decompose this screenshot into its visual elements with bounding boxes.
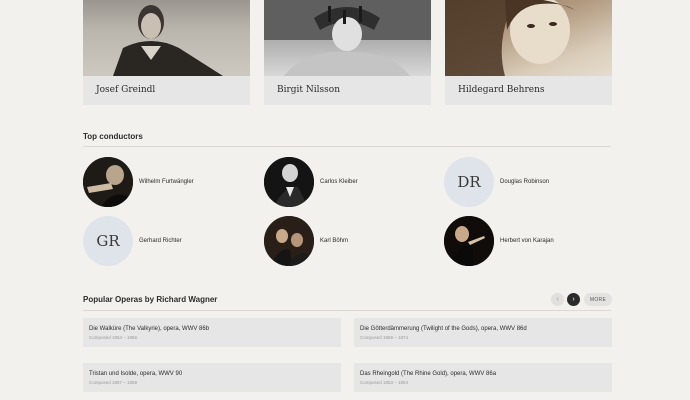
conductor-name: Carlos Kleiber bbox=[320, 179, 358, 185]
singer-cards: Josef Greindl Birgit Nilsson Hildegard B… bbox=[83, 0, 612, 105]
divider bbox=[83, 310, 611, 311]
conductor-avatar-initials: GR bbox=[83, 216, 133, 266]
opera-title: Das Rheingold (The Rhine Gold), opera, W… bbox=[360, 371, 497, 377]
opera-card[interactable]: Tristan und Isolde, opera, WWV 90 Compos… bbox=[83, 363, 341, 392]
chevron-right-icon: › bbox=[572, 296, 575, 303]
conductor-name: Douglas Robinson bbox=[500, 179, 550, 185]
opera-title: Tristan und Isolde, opera, WWV 90 bbox=[89, 371, 183, 377]
conductor-karl-bohm[interactable]: Karl Böhm bbox=[264, 216, 348, 266]
conductor-avatar bbox=[83, 157, 133, 207]
singer-card-josef-greindl[interactable]: Josef Greindl bbox=[83, 0, 250, 105]
conductor-avatar-initials: DR bbox=[444, 157, 494, 207]
opera-composed: Composed 1854 – 1856 bbox=[89, 335, 138, 340]
opera-card[interactable]: Die Götterdämmerung (Twilight of the God… bbox=[354, 318, 612, 347]
chevron-left-icon: ‹ bbox=[556, 296, 559, 303]
opera-composed: Composed 1853 – 1854 bbox=[360, 380, 409, 385]
opera-composed: Composed 1869 – 1874 bbox=[360, 335, 409, 340]
conductor-name: Wilhelm Furtwängler bbox=[139, 179, 194, 185]
carousel-next-button[interactable]: › bbox=[567, 293, 580, 306]
singer-name: Birgit Nilsson bbox=[277, 85, 340, 95]
opera-title: Die Götterdämmerung (Twilight of the God… bbox=[360, 326, 527, 332]
conductor-avatar bbox=[264, 157, 314, 207]
singer-name: Hildegard Behrens bbox=[458, 85, 545, 95]
conductor-herbert-von-karajan[interactable]: Herbert von Karajan bbox=[444, 216, 554, 266]
singer-photo bbox=[264, 0, 431, 76]
opera-composed: Composed 1857 – 1859 bbox=[89, 380, 138, 385]
singer-card-hildegard-behrens[interactable]: Hildegard Behrens bbox=[445, 0, 612, 105]
conductor-name: Karl Böhm bbox=[320, 238, 349, 244]
conductor-name: Gerhard Richter bbox=[139, 238, 182, 244]
divider bbox=[83, 146, 611, 147]
operas-heading: Popular Operas by Richard Wagner bbox=[83, 295, 218, 304]
more-button[interactable]: MORE bbox=[584, 293, 612, 306]
singer-name: Josef Greindl bbox=[96, 85, 156, 95]
opera-card[interactable]: Die Walküre (The Valkyrie), opera, WWV 8… bbox=[83, 318, 341, 347]
conductor-name: Herbert von Karajan bbox=[500, 238, 554, 244]
singer-photo bbox=[445, 0, 612, 76]
singer-card-birgit-nilsson[interactable]: Birgit Nilsson bbox=[264, 0, 431, 105]
conductor-douglas-robinson[interactable]: DR Douglas Robinson bbox=[444, 157, 549, 207]
singer-photo bbox=[83, 0, 250, 76]
carousel-prev-button[interactable]: ‹ bbox=[551, 293, 564, 306]
conductor-avatar bbox=[444, 216, 494, 266]
conductor-avatar bbox=[264, 216, 314, 266]
conductor-wilhelm-furtwangler[interactable]: Wilhelm Furtwängler bbox=[83, 157, 194, 207]
conductor-carlos-kleiber[interactable]: Carlos Kleiber bbox=[264, 157, 358, 207]
opera-card[interactable]: Das Rheingold (The Rhine Gold), opera, W… bbox=[354, 363, 612, 392]
conductors-heading: Top conductors bbox=[83, 132, 143, 141]
conductor-gerhard-richter[interactable]: GR Gerhard Richter bbox=[83, 216, 182, 266]
opera-title: Die Walküre (The Valkyrie), opera, WWV 8… bbox=[89, 326, 210, 332]
